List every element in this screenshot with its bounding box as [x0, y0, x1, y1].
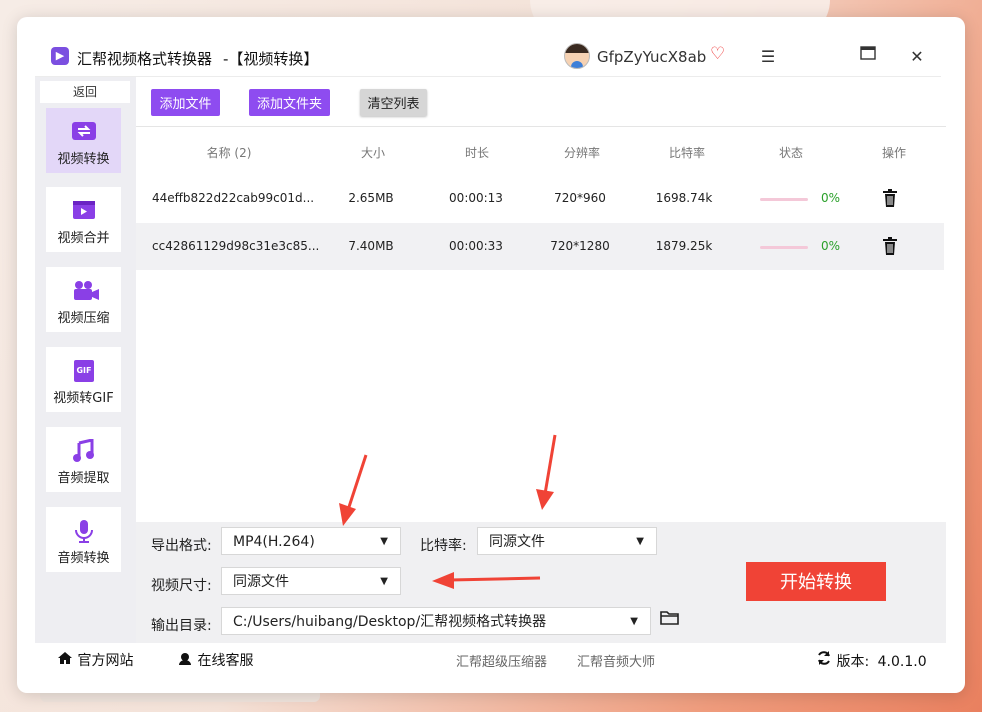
video-convert-icon [71, 120, 97, 142]
username[interactable]: GfpZyYucX8ab [597, 48, 706, 66]
column-header-bitrate[interactable]: 比特率 [662, 144, 712, 161]
maximize-icon[interactable] [857, 45, 879, 64]
red-arrow-down-1 [339, 454, 368, 526]
progress-percent: 0% [821, 191, 841, 205]
sidebar-item-label: 视频转换 [57, 152, 110, 167]
column-header-name[interactable]: 名称 (2) [189, 144, 269, 161]
online-support-label: 在线客服 [197, 653, 254, 669]
audio-master-link[interactable]: 汇帮音频大师 [577, 651, 655, 670]
progress-bar [760, 198, 808, 201]
column-header-duration[interactable]: 时长 [457, 144, 497, 161]
file-size: 7.40MB [348, 239, 394, 253]
dropdown-arrow-icon: ▼ [636, 536, 644, 547]
sidebar-item-label: 视频转GIF [53, 391, 114, 406]
divider [35, 76, 941, 77]
video-app-icon: ▶ [51, 47, 69, 65]
red-arrow-down-2 [536, 434, 557, 510]
trash-icon[interactable] [882, 189, 898, 211]
headset-icon [177, 653, 197, 669]
version-label: 版本: [836, 654, 870, 670]
column-header-status: 状态 [778, 146, 803, 160]
size-select[interactable]: 同源文件 ▼ [221, 567, 401, 595]
video-compress-icon [71, 279, 99, 301]
column-header-actions: 操作 [881, 146, 906, 160]
sidebar-item-video-convert[interactable]: 视频转换 [46, 108, 121, 173]
size-value: 同源文件 [233, 574, 289, 590]
output-dir-select[interactable]: C:/Users/huibang/Desktop/汇帮视频格式转换器 ▼ [221, 607, 651, 635]
dropdown-arrow-icon: ▼ [380, 576, 388, 587]
dropdown-arrow-icon: ▼ [630, 616, 638, 627]
microphone-icon [71, 519, 97, 543]
progress-bar [760, 246, 808, 249]
vip-heart-icon[interactable]: ♡ [710, 44, 725, 64]
menu-icon[interactable]: ☰ [757, 47, 779, 66]
home-icon [57, 652, 77, 669]
output-label: 输出目录: [151, 618, 212, 634]
size-label: 视频尺寸: [151, 578, 212, 594]
svg-text:GIF: GIF [76, 366, 91, 375]
sidebar-item-label: 视频压缩 [57, 311, 110, 326]
format-select[interactable]: MP4(H.264) ▼ [221, 527, 401, 555]
app-window: ▶ 汇帮视频格式转换器 -【视频转换】 GfpZyYucX8ab ♡ ☰ ✕ 返… [17, 17, 965, 693]
sidebar-item-label: 音频提取 [57, 471, 110, 486]
online-support-link[interactable]: 在线客服 [177, 650, 253, 670]
folder-icon[interactable] [660, 610, 680, 631]
start-convert-button[interactable]: 开始转换 [746, 562, 886, 601]
clear-list-button[interactable]: 清空列表 [360, 89, 427, 116]
file-duration: 00:00:13 [449, 191, 503, 205]
close-icon[interactable]: ✕ [906, 47, 928, 66]
file-bitrate: 1698.74k [655, 191, 713, 205]
back-button[interactable]: 返回 [40, 81, 130, 103]
sidebar-item-audio-extract[interactable]: 音频提取 [46, 427, 121, 492]
refresh-icon [816, 651, 836, 670]
bitrate-value: 同源文件 [489, 534, 545, 550]
add-folder-button[interactable]: 添加文件夹 [249, 89, 330, 116]
bitrate-select[interactable]: 同源文件 ▼ [477, 527, 657, 555]
sidebar: 返回 视频转换 视频合并 视频压缩 GIF 视频转GIF 音频提取 音频转换 [35, 77, 136, 643]
table-row[interactable]: cc42861129d98c31e3c85... 7.40MB 00:00:33… [136, 223, 944, 270]
trash-icon[interactable] [882, 237, 898, 259]
column-header-size[interactable]: 大小 [353, 144, 393, 161]
file-duration: 00:00:33 [449, 239, 503, 253]
sidebar-item-label: 视频合并 [57, 231, 110, 246]
app-title: 汇帮视频格式转换器 [77, 50, 213, 68]
page-subtitle: -【视频转换】 [223, 50, 319, 68]
bitrate-label: 比特率: [420, 538, 467, 554]
file-size: 2.65MB [348, 191, 394, 205]
avatar[interactable] [564, 43, 590, 69]
version-value: 4.0.1.0 [877, 654, 927, 670]
file-name: 44effb822d22cab99c01d... [152, 191, 315, 205]
video-merge-icon [71, 199, 97, 221]
format-label: 导出格式: [151, 538, 212, 554]
official-website-link[interactable]: 官方网站 [57, 650, 133, 670]
column-header-resolution[interactable]: 分辨率 [557, 144, 607, 161]
file-resolution: 720*1280 [550, 239, 610, 253]
table-row[interactable]: 44effb822d22cab99c01d... 2.65MB 00:00:13… [136, 175, 944, 222]
add-file-button[interactable]: 添加文件 [151, 89, 220, 116]
dropdown-arrow-icon: ▼ [380, 536, 388, 547]
progress-percent: 0% [821, 239, 841, 253]
compressor-link[interactable]: 汇帮超级压缩器 [456, 651, 547, 670]
sidebar-item-gif[interactable]: GIF 视频转GIF [46, 347, 121, 412]
format-value: MP4(H.264) [233, 534, 315, 550]
file-bitrate: 1879.25k [655, 239, 713, 253]
sidebar-item-video-merge[interactable]: 视频合并 [46, 187, 121, 252]
sidebar-item-audio-convert[interactable]: 音频转换 [46, 507, 121, 572]
file-resolution: 720*960 [554, 191, 606, 205]
file-name: cc42861129d98c31e3c85... [152, 239, 320, 253]
official-website-label: 官方网站 [77, 653, 134, 669]
output-dir-value: C:/Users/huibang/Desktop/汇帮视频格式转换器 [233, 614, 547, 630]
sidebar-item-label: 音频转换 [57, 551, 110, 566]
gif-icon: GIF [71, 359, 97, 382]
title-bar: ▶ 汇帮视频格式转换器 -【视频转换】 GfpZyYucX8ab ♡ ☰ ✕ [17, 17, 965, 77]
music-note-icon [71, 438, 97, 462]
sidebar-item-video-compress[interactable]: 视频压缩 [46, 267, 121, 332]
divider [136, 126, 946, 127]
version-info[interactable]: 版本: 4.0.1.0 [816, 650, 927, 671]
